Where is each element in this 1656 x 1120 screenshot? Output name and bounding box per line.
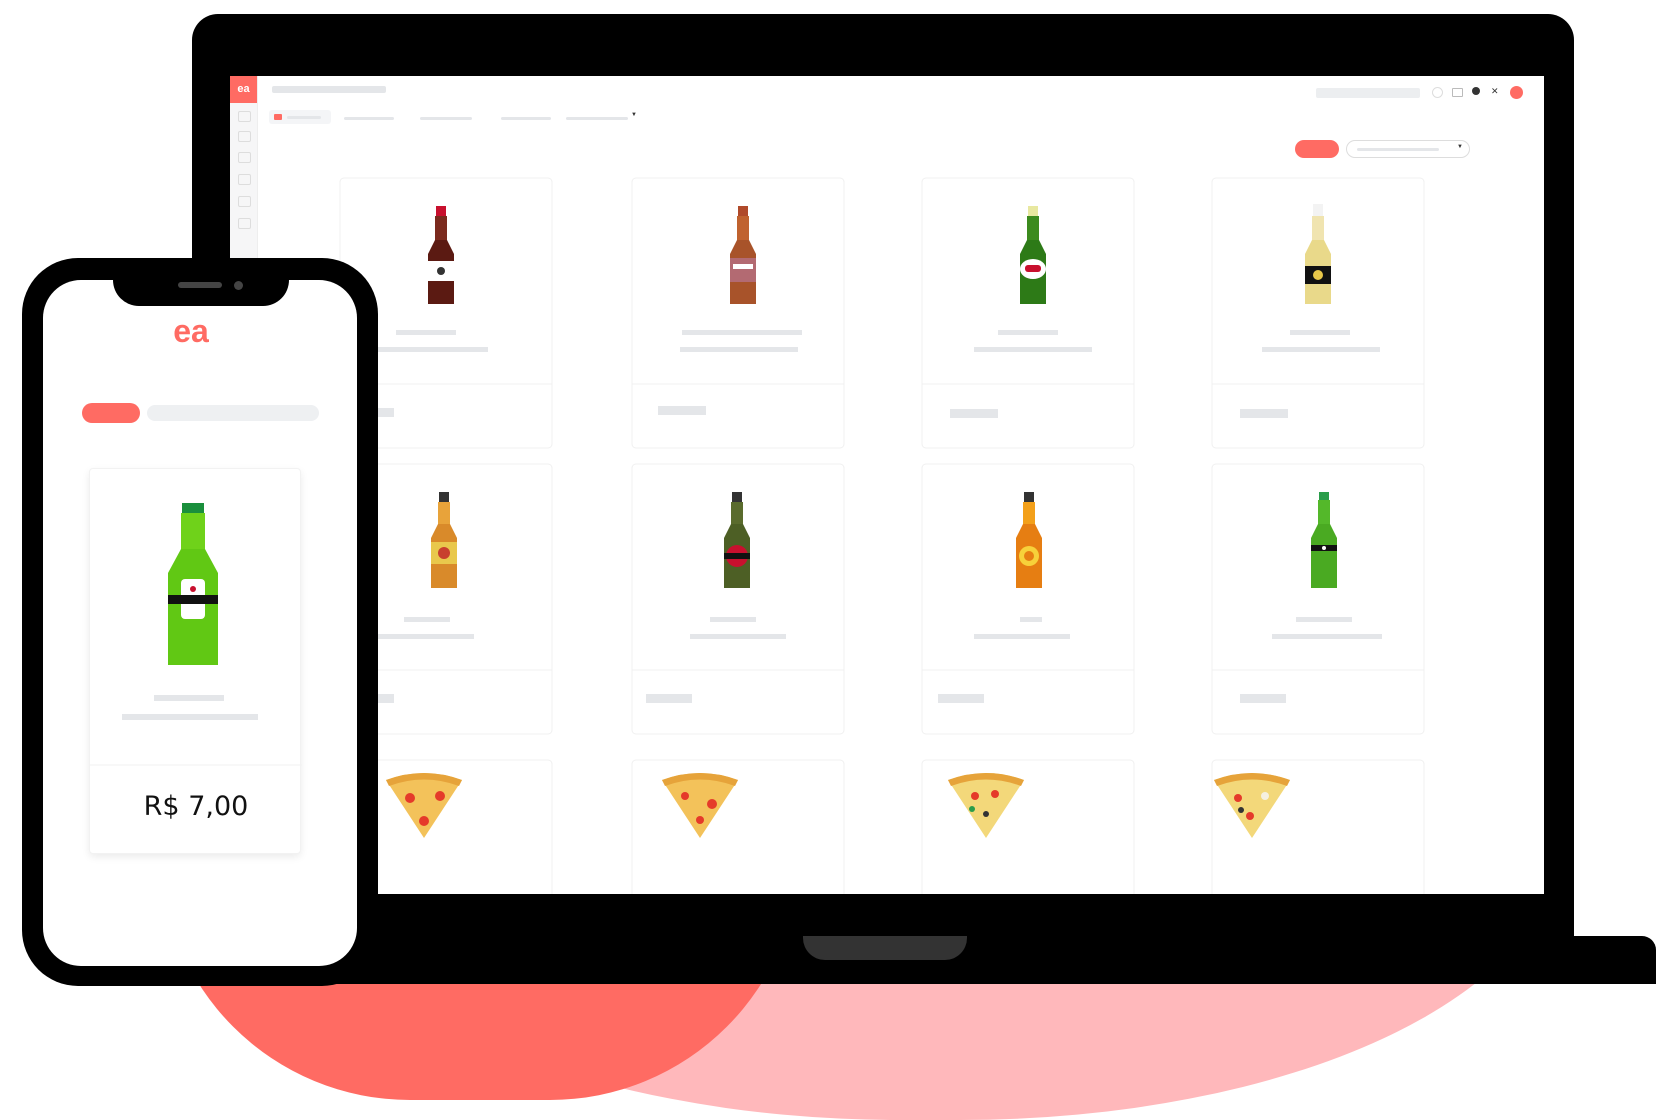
product-card[interactable] bbox=[1211, 177, 1425, 449]
product-card[interactable] bbox=[631, 177, 845, 449]
laptop-trackpad-notch bbox=[803, 936, 967, 960]
green-beer-bottle-icon bbox=[168, 503, 218, 665]
product-card[interactable] bbox=[631, 759, 845, 894]
phone-speaker bbox=[178, 282, 222, 288]
app-logo: ea bbox=[173, 313, 209, 349]
product-card[interactable]: R$ 7,00 bbox=[89, 468, 302, 854]
laptop-screen: ea ✕ ▼ ▼ bbox=[230, 76, 1544, 894]
product-card[interactable] bbox=[631, 463, 845, 735]
phone-camera bbox=[234, 281, 243, 290]
product-card[interactable] bbox=[1211, 759, 1425, 894]
product-card[interactable] bbox=[921, 759, 1135, 894]
category-pill-active[interactable] bbox=[82, 403, 140, 423]
product-grid-canvas bbox=[339, 177, 1425, 894]
phone-screen: ea R$ 7,00 bbox=[43, 280, 357, 966]
product-grid bbox=[230, 76, 1544, 894]
category-pill[interactable] bbox=[147, 405, 319, 421]
product-card[interactable] bbox=[1211, 463, 1425, 735]
product-card[interactable] bbox=[921, 463, 1135, 735]
product-price: R$ 7,00 bbox=[143, 791, 249, 822]
product-card[interactable] bbox=[921, 177, 1135, 449]
